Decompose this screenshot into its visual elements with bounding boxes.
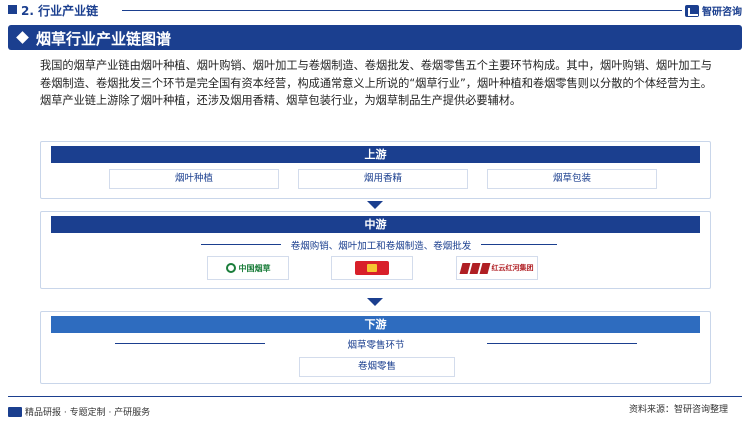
midstream-label: 卷烟购销、烟叶加工和卷烟制造、卷烟批发 — [290, 241, 472, 252]
midstream-divider-right — [481, 244, 557, 245]
header-divider — [122, 10, 682, 11]
top-header: 2. 行业产业链 智研咨询 — [0, 0, 750, 22]
brand-name: 智研咨询 — [702, 7, 742, 18]
hongyun-honghe-logo-icon — [459, 262, 490, 274]
upstream-item-leaf-planting: 烟叶种植 — [109, 169, 279, 189]
source-note: 资料来源：智研咨询整理 — [628, 405, 728, 415]
diamond-icon — [16, 31, 29, 44]
downstream-header: 下游 — [51, 316, 700, 333]
logo-china-tobacco-text: 中国烟草 — [238, 263, 271, 273]
footer-tagline: 精品研报 · 专题定制 · 产研服务 — [8, 405, 150, 418]
upstream-header: 上游 — [51, 146, 700, 163]
china-tobacco-logo-icon — [225, 263, 236, 273]
page-title: 烟草行业产业链图谱 — [36, 30, 172, 48]
midstream-header: 中游 — [51, 216, 700, 233]
footer-divider — [8, 396, 742, 397]
downstream-label: 烟草零售环节 — [347, 340, 405, 351]
brand-logo: 智研咨询 — [685, 3, 742, 18]
downstream-item-retail: 卷烟零售 — [299, 357, 455, 377]
down-arrow-icon — [367, 298, 383, 306]
red-brand-logo-icon — [355, 261, 389, 275]
title-banner: 烟草行业产业链图谱 — [8, 25, 742, 50]
brand-mark-icon — [685, 4, 699, 17]
logo-red-brand — [331, 256, 413, 280]
section-title: 2. 行业产业链 — [21, 4, 99, 18]
upstream-item-flavor: 烟用香精 — [298, 169, 468, 189]
logo-hongyun-honghe: 红云红河集团 — [456, 256, 538, 280]
footer-left-text: 精品研报 · 专题定制 · 产研服务 — [25, 408, 151, 418]
intro-paragraph: 我国的烟草产业链由烟叶种植、烟叶购销、烟叶加工与卷烟制造、卷烟批发、卷烟零售五个… — [40, 59, 712, 107]
downstream-divider-left — [115, 343, 265, 344]
upstream-section: 上游 烟叶种植 烟用香精 烟草包装 — [40, 141, 711, 199]
logo-hongyun-honghe-text: 红云红河集团 — [491, 264, 534, 272]
upstream-item-packaging: 烟草包装 — [487, 169, 657, 189]
brand-mark-icon — [8, 406, 22, 417]
section-marker-icon — [8, 5, 17, 14]
midstream-divider-left — [201, 244, 281, 245]
midstream-section: 中游 卷烟购销、烟叶加工和卷烟制造、卷烟批发 中国烟草 红云红河集团 — [40, 211, 711, 289]
downstream-divider-right — [487, 343, 637, 344]
logo-china-tobacco: 中国烟草 — [207, 256, 289, 280]
downstream-section: 下游 烟草零售环节 卷烟零售 — [40, 311, 711, 384]
down-arrow-icon — [367, 201, 383, 209]
